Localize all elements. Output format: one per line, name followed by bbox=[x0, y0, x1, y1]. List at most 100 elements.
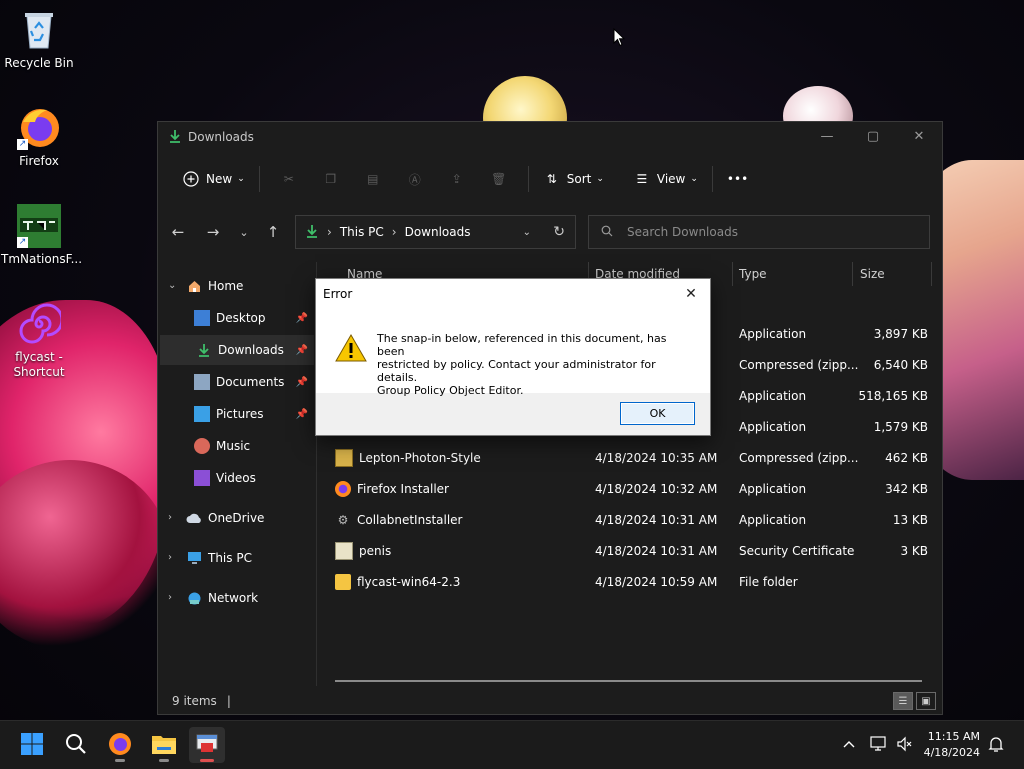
desktop-icon-recycle-bin[interactable]: Recycle Bin bbox=[1, 8, 77, 71]
windows-logo-icon bbox=[21, 732, 43, 758]
chevron-up-icon bbox=[842, 738, 856, 752]
chevron-right-icon[interactable]: › bbox=[168, 592, 172, 603]
nav-item-desktop[interactable]: Desktop 📌 bbox=[194, 303, 314, 333]
maximize-button[interactable]: ▢ bbox=[850, 122, 896, 150]
shortcut-arrow-icon: ↗ bbox=[17, 237, 28, 248]
divider bbox=[711, 166, 713, 192]
flycast-icon bbox=[17, 302, 64, 346]
table-row[interactable]: Lepton-Photon-Style 4/18/2024 10:35 AM C… bbox=[317, 442, 942, 473]
view-button[interactable]: ☰ View ⌄ bbox=[627, 164, 704, 194]
notification-bell-icon bbox=[988, 735, 1004, 756]
taskbar-search-button[interactable] bbox=[58, 727, 94, 763]
nav-item-home[interactable]: Home bbox=[186, 271, 311, 301]
clock[interactable]: 11:15 AM 4/18/2024 bbox=[924, 729, 980, 761]
chevron-down-icon[interactable]: ⌄ bbox=[168, 280, 176, 291]
nav-item-documents[interactable]: Documents 📌 bbox=[194, 367, 314, 397]
speaker-muted-icon bbox=[896, 736, 912, 755]
nav-item-pictures[interactable]: Pictures 📌 bbox=[194, 399, 314, 429]
sort-button[interactable]: ⇅ Sort ⌄ bbox=[537, 164, 610, 194]
forward-arrow-icon[interactable]: → bbox=[201, 221, 225, 243]
pictures-icon bbox=[194, 406, 210, 422]
desktop-icon-label: Recycle Bin bbox=[4, 56, 74, 70]
dialog-title-bar[interactable]: Error bbox=[316, 279, 710, 308]
column-divider[interactable] bbox=[852, 262, 853, 286]
search-box[interactable]: Search Downloads bbox=[588, 215, 930, 249]
taskbar-group-policy-editor[interactable] bbox=[189, 727, 225, 763]
rename-icon: Ⓐ bbox=[408, 172, 421, 187]
divider bbox=[527, 166, 529, 192]
address-history-chevron-icon[interactable]: ⌄ bbox=[523, 227, 531, 238]
nav-item-network[interactable]: Network bbox=[186, 583, 311, 613]
horizontal-scrollbar[interactable] bbox=[335, 680, 922, 682]
mouse-cursor-icon bbox=[613, 27, 626, 50]
desktop-icon-tmnations[interactable]: ↗ TmNationsF... bbox=[1, 204, 82, 267]
show-hidden-icons-button[interactable] bbox=[842, 721, 856, 769]
delete-button[interactable]: 🗑 bbox=[478, 164, 520, 194]
monitor-icon bbox=[186, 550, 202, 566]
nav-item-onedrive[interactable]: OneDrive bbox=[186, 503, 311, 533]
back-arrow-icon[interactable]: ← bbox=[166, 221, 190, 243]
clock-time: 11:15 AM bbox=[927, 730, 980, 743]
nav-item-music[interactable]: Music bbox=[194, 431, 314, 461]
close-button[interactable]: ✕ bbox=[896, 122, 942, 150]
network-status-button[interactable] bbox=[870, 721, 888, 769]
desktop-icon-flycast[interactable]: flycast - Shortcut bbox=[1, 302, 77, 380]
share-button[interactable]: ⇪ bbox=[436, 164, 478, 194]
notifications-button[interactable] bbox=[988, 721, 1004, 769]
view-toggle: ☰ ▣ bbox=[893, 692, 936, 710]
table-row[interactable]: penis 4/18/2024 10:31 AM Security Certif… bbox=[317, 535, 942, 566]
start-button[interactable] bbox=[14, 727, 50, 763]
tiles-view-icon[interactable]: ▣ bbox=[916, 692, 936, 710]
share-icon: ⇪ bbox=[451, 172, 462, 186]
sort-arrows-icon: ⇅ bbox=[546, 172, 557, 186]
chevron-down-icon: ⌄ bbox=[237, 174, 245, 184]
window-title: Downloads bbox=[188, 130, 254, 144]
address-bar[interactable]: › This PC › Downloads ⌄ ↻ bbox=[295, 215, 576, 249]
folder-icon bbox=[335, 573, 351, 590]
breadcrumb-downloads[interactable]: Downloads bbox=[405, 225, 471, 239]
taskbar-file-explorer[interactable] bbox=[146, 727, 182, 763]
column-header-type[interactable]: Type bbox=[739, 262, 767, 286]
nav-item-videos[interactable]: Videos bbox=[194, 463, 314, 493]
nav-item-downloads[interactable]: Downloads 📌 bbox=[160, 335, 314, 365]
details-view-icon[interactable]: ☰ bbox=[893, 692, 913, 710]
copy-button[interactable]: ❐ bbox=[310, 164, 352, 194]
window-controls: — ▢ ✕ bbox=[804, 122, 942, 150]
cut-button[interactable]: ✂ bbox=[268, 164, 310, 194]
chevron-right-icon[interactable]: › bbox=[168, 552, 172, 563]
recent-locations-chevron-icon[interactable]: ⌄ bbox=[232, 221, 256, 243]
firefox-icon bbox=[108, 732, 132, 759]
breadcrumb-this-pc[interactable]: This PC bbox=[340, 225, 384, 239]
volume-button[interactable] bbox=[896, 721, 912, 769]
command-bar: New ⌄ ✂ ❐ ▤ Ⓐ ⇪ 🗑 ⇅ Sort ⌄ ☰ View ⌄ ••• bbox=[158, 158, 942, 200]
rename-button[interactable]: Ⓐ bbox=[394, 164, 436, 194]
firefox-icon: ↗ bbox=[17, 106, 61, 150]
taskbar: 11:15 AM 4/18/2024 bbox=[0, 720, 1024, 769]
paste-button[interactable]: ▤ bbox=[352, 164, 394, 194]
column-divider[interactable] bbox=[931, 262, 932, 286]
refresh-icon[interactable]: ↻ bbox=[553, 224, 565, 240]
pin-icon: 📌 bbox=[295, 344, 308, 356]
new-button[interactable]: New ⌄ bbox=[176, 164, 251, 194]
nav-item-this-pc[interactable]: This PC bbox=[186, 543, 311, 573]
ok-button[interactable]: OK bbox=[620, 402, 695, 425]
desktop-icon-label: flycast - Shortcut bbox=[13, 350, 65, 379]
desktop-icon-label: Firefox bbox=[19, 154, 59, 168]
table-row[interactable]: ⚙ CollabnetInstaller 4/18/2024 10:31 AM … bbox=[317, 504, 942, 535]
column-divider[interactable] bbox=[732, 262, 733, 286]
desktop-icon-firefox[interactable]: ↗ Firefox bbox=[1, 106, 77, 169]
up-arrow-icon[interactable]: ↑ bbox=[261, 221, 285, 243]
plus-circle-icon bbox=[182, 170, 200, 188]
pin-icon: 📌 bbox=[295, 312, 308, 324]
dialog-close-button[interactable]: ✕ bbox=[680, 283, 702, 305]
status-divider: | bbox=[226, 694, 231, 708]
taskbar-firefox[interactable] bbox=[102, 727, 138, 763]
chevron-right-icon[interactable]: › bbox=[168, 512, 172, 523]
table-row[interactable]: Firefox Installer 4/18/2024 10:32 AM App… bbox=[317, 473, 942, 504]
column-header-size[interactable]: Size bbox=[860, 262, 885, 286]
table-row[interactable]: flycast-win64-2.3 4/18/2024 10:59 AM Fil… bbox=[317, 566, 942, 597]
more-options-button[interactable]: ••• bbox=[721, 164, 754, 194]
minimize-button[interactable]: — bbox=[804, 122, 850, 150]
desktop-folder-icon bbox=[194, 310, 210, 326]
